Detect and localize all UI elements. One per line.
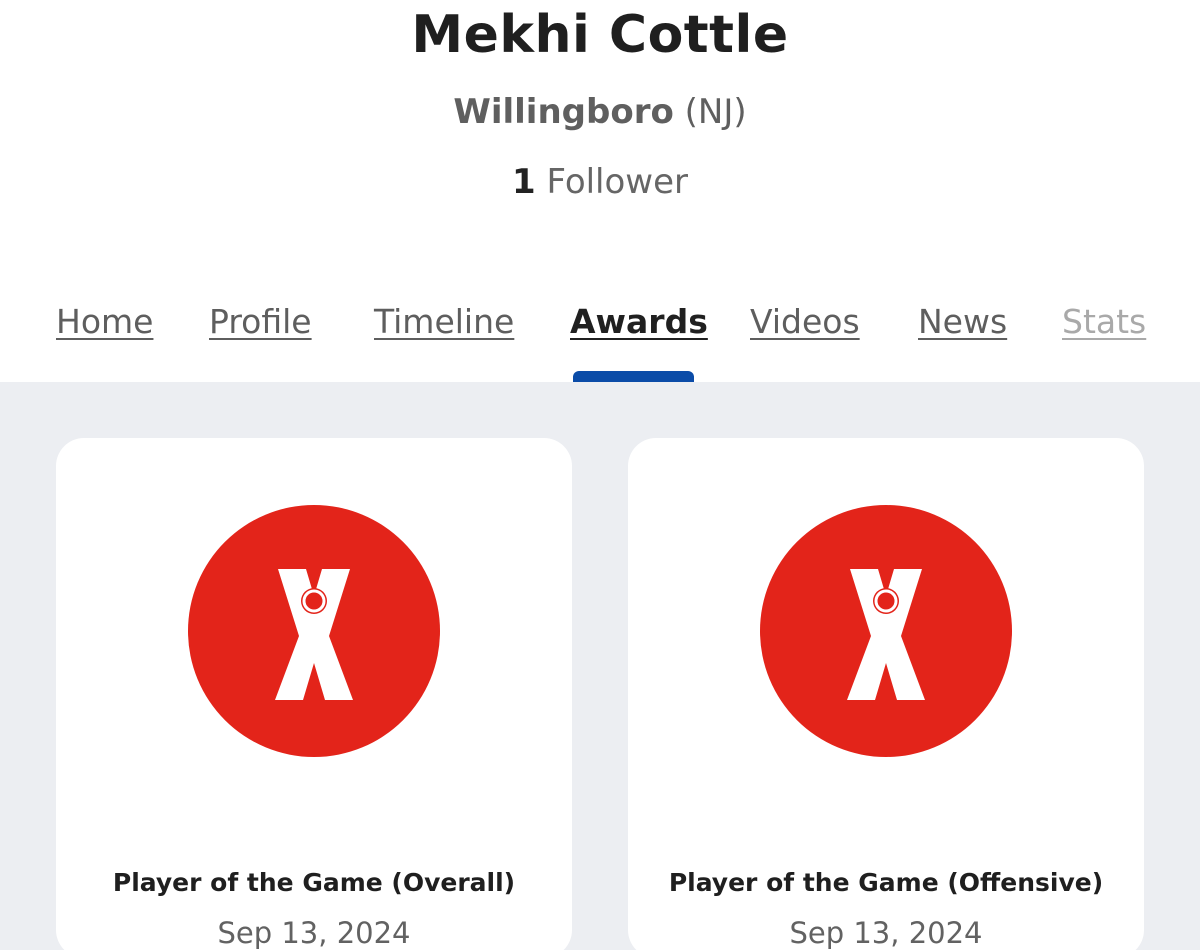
player-name: Mekhi Cottle — [411, 5, 789, 65]
school-state: (NJ) — [684, 92, 747, 132]
award-medal-x-icon — [760, 505, 1012, 757]
tab-profile[interactable]: Profile — [209, 300, 312, 344]
award-title: Player of the Game (Overall) — [112, 868, 516, 897]
award-title: Player of the Game (Offensive) — [668, 868, 1104, 897]
award-medal-x-icon — [188, 505, 440, 757]
follower-label: Follower — [546, 162, 689, 202]
school-location: Willingboro (NJ) — [0, 90, 1200, 134]
follower-count-line: 1 Follower — [0, 160, 1200, 204]
award-card[interactable]: Player of the Game (Overall) Sep 13, 202… — [56, 438, 572, 950]
tab-home[interactable]: Home — [56, 300, 153, 344]
award-card[interactable]: Player of the Game (Offensive) Sep 13, 2… — [628, 438, 1144, 950]
profile-header: Mekhi Cottle Willingboro (NJ) 1 Follower… — [0, 0, 1200, 382]
player-profile-page: Mekhi Cottle Willingboro (NJ) 1 Follower… — [0, 0, 1200, 950]
tab-timeline[interactable]: Timeline — [374, 300, 514, 344]
awards-content: Player of the Game (Overall) Sep 13, 202… — [0, 382, 1200, 950]
tab-awards[interactable]: Awards — [570, 300, 708, 344]
school-name: Willingboro — [453, 92, 674, 132]
active-tab-indicator — [573, 371, 694, 382]
tab-videos[interactable]: Videos — [750, 300, 860, 344]
award-date: Sep 13, 2024 — [789, 916, 983, 950]
tab-news[interactable]: News — [918, 300, 1007, 344]
tab-stats[interactable]: Stats — [1062, 300, 1146, 344]
award-date: Sep 13, 2024 — [217, 916, 411, 950]
follower-count: 1 — [511, 162, 536, 202]
